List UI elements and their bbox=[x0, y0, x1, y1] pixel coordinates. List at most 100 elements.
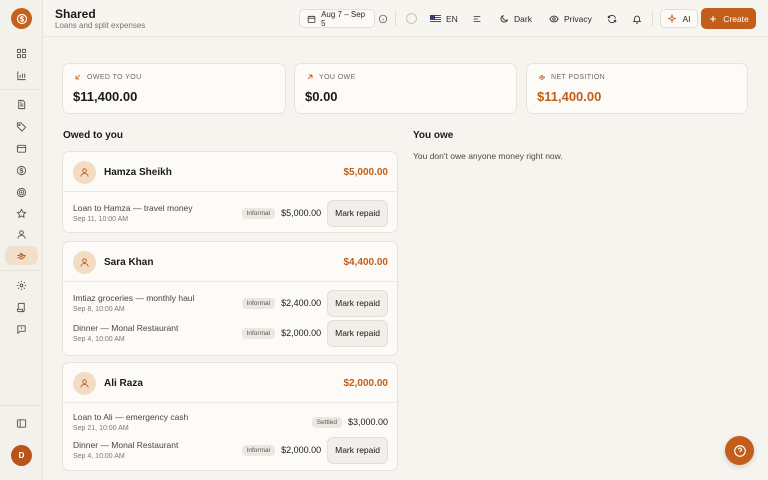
notifications-bell-icon[interactable] bbox=[632, 9, 642, 28]
person-avatar-icon bbox=[73, 372, 96, 395]
eye-icon bbox=[549, 15, 559, 22]
privacy-toggle[interactable]: Privacy bbox=[549, 9, 592, 28]
shared-icon[interactable] bbox=[5, 246, 38, 265]
help-button[interactable] bbox=[725, 436, 754, 465]
language-label: EN bbox=[446, 13, 458, 24]
handshake-icon bbox=[539, 74, 545, 81]
entry-amount: $2,000.00 bbox=[281, 445, 322, 455]
menu-icon[interactable] bbox=[472, 9, 482, 28]
arrow-up-right-icon bbox=[307, 74, 313, 80]
ai-label: AI bbox=[682, 13, 691, 24]
header-divider bbox=[652, 11, 653, 26]
loan-entry: Dinner — Monal Restaurant Sep 4, 10:00 A… bbox=[63, 435, 397, 465]
favorites-icon[interactable] bbox=[12, 204, 31, 223]
sidebar-divider bbox=[0, 270, 43, 271]
status-badge: Informal bbox=[241, 297, 276, 309]
tags-icon[interactable] bbox=[12, 117, 31, 136]
arrow-down-left-icon bbox=[75, 74, 81, 80]
theme-toggle[interactable]: Dark bbox=[499, 9, 532, 28]
entry-title: Loan to Hamza — travel money bbox=[73, 203, 193, 213]
reports-icon[interactable] bbox=[12, 66, 31, 85]
person-name: Sara Khan bbox=[104, 257, 154, 268]
person-avatar-icon bbox=[73, 251, 96, 274]
money-icon[interactable] bbox=[12, 161, 31, 180]
entry-date: Sep 8, 10:00 AM bbox=[73, 306, 125, 313]
page-subtitle: Loans and split expenses bbox=[55, 21, 146, 30]
summary-value: $0.00 bbox=[305, 89, 338, 104]
calendar-icon bbox=[307, 15, 316, 23]
create-button[interactable]: Create bbox=[701, 8, 756, 29]
refresh-icon[interactable] bbox=[607, 9, 617, 28]
owe-section-title: You owe bbox=[413, 130, 454, 141]
entry-amount: $5,000.00 bbox=[281, 208, 322, 218]
entry-title: Dinner — Monal Restaurant bbox=[73, 440, 179, 450]
loan-entry: Loan to Ali — emergency cash Sep 21, 10:… bbox=[63, 407, 397, 433]
loan-entry: Imtiaz groceries — monthly haul Sep 8, 1… bbox=[63, 288, 397, 318]
header-divider bbox=[395, 11, 396, 26]
ai-button[interactable]: AI bbox=[660, 9, 698, 28]
mark-repaid-button[interactable]: Mark repaid bbox=[327, 289, 388, 317]
loan-entry: Loan to Hamza — travel money Sep 11, 10:… bbox=[63, 198, 397, 228]
date-range-picker[interactable]: Aug 7 – Sep 5 bbox=[299, 9, 375, 28]
person-name: Hamza Sheikh bbox=[104, 167, 172, 178]
plus-icon bbox=[710, 15, 717, 22]
mark-repaid-button[interactable]: Mark repaid bbox=[327, 319, 388, 347]
entry-title: Imtiaz groceries — monthly haul bbox=[73, 293, 195, 303]
summary-label: OWED TO YOU bbox=[87, 73, 142, 81]
entry-date: Sep 21, 10:00 AM bbox=[73, 425, 129, 432]
create-label: Create bbox=[723, 13, 749, 24]
moon-icon bbox=[500, 14, 509, 22]
person-card: Ali Raza $2,000.00 Loan to Ali — emergen… bbox=[62, 362, 398, 471]
settings-icon[interactable] bbox=[12, 276, 31, 295]
entry-date: Sep 11, 10:00 AM bbox=[73, 216, 129, 223]
summary-label: YOU OWE bbox=[319, 73, 356, 81]
us-flag-icon bbox=[430, 15, 441, 22]
entry-amount: $2,000.00 bbox=[281, 328, 322, 338]
person-total: $4,400.00 bbox=[343, 257, 389, 268]
collapse-sidebar-icon[interactable] bbox=[12, 414, 31, 433]
sidebar-divider bbox=[0, 89, 43, 90]
dashboard-icon[interactable] bbox=[12, 44, 31, 63]
status-badge: Settled bbox=[311, 416, 342, 428]
mark-repaid-button[interactable]: Mark repaid bbox=[327, 199, 388, 227]
documents-icon[interactable] bbox=[12, 95, 31, 114]
summary-label: NET POSITION bbox=[551, 73, 606, 81]
page-title: Shared bbox=[55, 7, 96, 21]
goals-icon[interactable] bbox=[12, 183, 31, 202]
sidebar: D bbox=[0, 0, 43, 480]
scroll-icon[interactable] bbox=[12, 298, 31, 317]
status-badge: Informal bbox=[241, 327, 276, 339]
summary-value: $11,400.00 bbox=[537, 89, 602, 104]
top-header: Shared Loans and split expenses Aug 7 – … bbox=[43, 0, 768, 37]
person-card: Sara Khan $4,400.00 Imtiaz groceries — m… bbox=[62, 241, 398, 356]
owed-section-title: Owed to you bbox=[63, 130, 123, 141]
empty-state-message: You don't owe anyone money right now. bbox=[413, 151, 563, 161]
status-circle-icon[interactable] bbox=[406, 13, 417, 24]
mark-repaid-button[interactable]: Mark repaid bbox=[327, 436, 388, 464]
person-avatar-icon bbox=[73, 161, 96, 184]
help-icon bbox=[733, 444, 746, 457]
info-icon[interactable] bbox=[378, 9, 388, 28]
person-name: Ali Raza bbox=[104, 378, 143, 389]
sparkle-icon bbox=[667, 13, 678, 23]
entry-date: Sep 4, 10:00 AM bbox=[73, 453, 125, 460]
summary-card-you-owe: YOU OWE $0.00 bbox=[294, 63, 517, 114]
entry-title: Loan to Ali — emergency cash bbox=[73, 412, 189, 422]
language-selector[interactable]: EN bbox=[430, 9, 458, 28]
date-range-label: Aug 7 – Sep 5 bbox=[321, 9, 366, 28]
summary-value: $11,400.00 bbox=[73, 89, 138, 104]
theme-label: Dark bbox=[514, 13, 532, 24]
summary-card-net-position: NET POSITION $11,400.00 bbox=[526, 63, 748, 114]
summary-card-owed-to-you: OWED TO YOU $11,400.00 bbox=[62, 63, 286, 114]
entry-amount: $2,400.00 bbox=[281, 298, 322, 308]
feedback-icon[interactable] bbox=[12, 320, 31, 339]
wallet-icon[interactable] bbox=[12, 139, 31, 158]
person-card: Hamza Sheikh $5,000.00 Loan to Hamza — t… bbox=[62, 151, 398, 233]
user-avatar[interactable]: D bbox=[11, 445, 32, 466]
loan-entry: Dinner — Monal Restaurant Sep 4, 10:00 A… bbox=[63, 318, 397, 348]
entry-date: Sep 4, 10:00 AM bbox=[73, 336, 125, 343]
privacy-label: Privacy bbox=[564, 13, 592, 24]
app-logo-icon[interactable] bbox=[11, 8, 32, 29]
entry-amount: $3,000.00 bbox=[347, 417, 388, 427]
contacts-icon[interactable] bbox=[12, 225, 31, 244]
